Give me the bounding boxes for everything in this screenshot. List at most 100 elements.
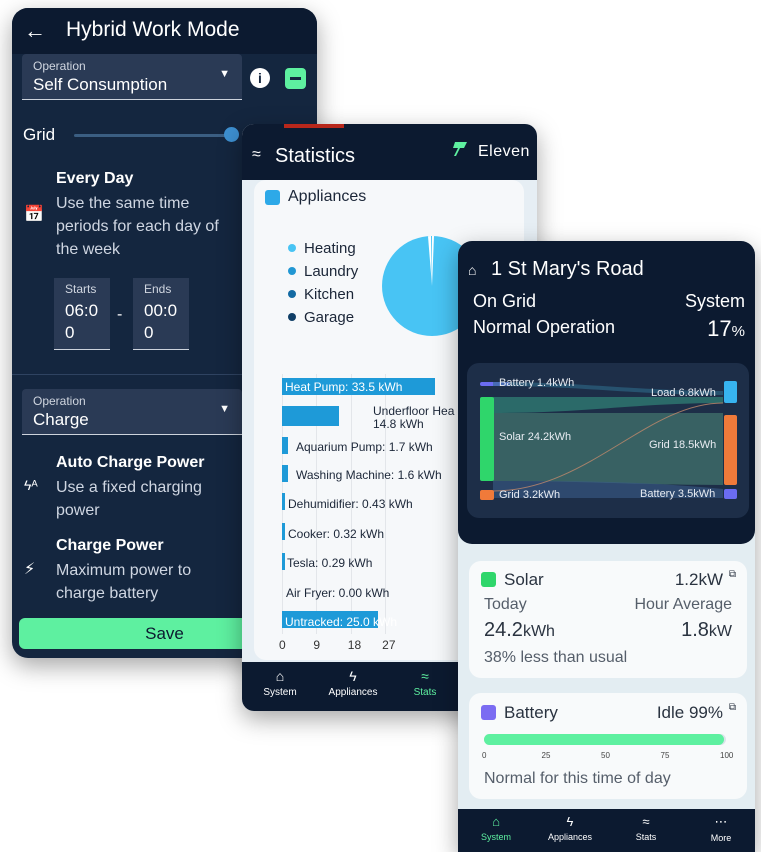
app-bar: ← Hybrid Work Mode: [12, 8, 317, 54]
operation-label: Operation: [33, 394, 86, 408]
bolt-icon: ϟ: [349, 668, 357, 684]
battery-scale-tick: 100: [720, 751, 734, 760]
stats-icon: ≈: [642, 814, 650, 829]
address-title: 1 St Mary's Road: [491, 258, 644, 280]
operation-status: Normal Operation: [473, 317, 616, 337]
operation-label: Operation: [33, 59, 86, 73]
nav-system[interactable]: ⌂ System: [250, 668, 310, 698]
legend-label: Kitchen: [304, 286, 355, 303]
bar-label: Untracked: 25.0 kWh: [285, 615, 398, 629]
operation-select-1[interactable]: Operation Self Consumption ▼: [22, 54, 242, 100]
nav-system[interactable]: ⌂ System: [466, 814, 526, 842]
average-unit: kW: [708, 623, 732, 640]
ends-label: Ends: [144, 282, 172, 296]
today-value: 24.2: [484, 619, 523, 641]
app-bar: ≈ Statistics Eleven: [242, 124, 537, 180]
nav-label: More: [710, 833, 732, 843]
grid-slider-thumb[interactable]: [224, 127, 239, 142]
today-energy: 24.2kWh: [484, 619, 555, 642]
hour-average-label: Hour Average: [634, 596, 732, 613]
starts-time-field[interactable]: Starts 06:00: [54, 278, 110, 350]
battery-icon: [481, 705, 496, 720]
solar-title: Solar: [504, 570, 544, 589]
bar-label: Dehumidifier: 0.43 kWh: [288, 497, 413, 511]
every-day-description: Use the same time periods for each day o…: [56, 195, 219, 258]
bar-cooker: [282, 523, 285, 540]
x-tick-label: 0: [279, 638, 286, 652]
battery-card[interactable]: Battery Idle 99% ⧉ 0 25 50 75 100 Normal for…: [469, 693, 747, 799]
auto-charge-title: Auto Charge Power: [56, 454, 205, 471]
battery-note: Normal for this time of day: [484, 770, 671, 787]
ends-value: 00:00: [144, 301, 178, 342]
bar-label: Underfloor Hea: [373, 404, 455, 418]
x-tick-label: 27: [382, 638, 396, 652]
flow-label-grid-in: Grid 3.2kWh: [499, 489, 561, 501]
bar-label: 14.8 kWh: [373, 417, 424, 431]
bar-underfloor-heating: [282, 406, 339, 426]
starts-value: 06:00: [65, 301, 99, 342]
solar-source-bar: [480, 397, 494, 481]
flow-label-grid-out: Grid 18.5kWh: [649, 439, 717, 451]
battery-scale-tick: 25: [541, 751, 551, 760]
home-icon: ⌂: [468, 262, 477, 278]
average-value: 1.8: [681, 619, 709, 641]
nav-label: Appliances: [328, 687, 378, 698]
more-icon: ⋯: [714, 814, 728, 829]
flow-label-solar: Solar 24.2kWh: [499, 431, 572, 443]
battery-title: Battery: [504, 703, 558, 722]
stats-icon: ≈: [252, 146, 261, 163]
battery-scale-tick: 75: [660, 751, 670, 760]
bar-washing-machine: [282, 465, 289, 482]
bar-label: Washing Machine: 1.6 kWh: [296, 468, 442, 482]
battery-status: Idle 99%: [656, 703, 723, 722]
percent-unit: %: [731, 323, 745, 340]
today-label: Today: [484, 596, 527, 613]
bar-tesla: [282, 553, 285, 570]
nav-appliances[interactable]: ϟ Appliances: [323, 668, 383, 698]
nav-stats[interactable]: ≈ Stats: [616, 814, 676, 842]
nav-label: System: [263, 687, 297, 698]
legend-item-kitchen: Kitchen: [288, 286, 354, 303]
operation-value: Charge: [33, 410, 89, 429]
nav-stats[interactable]: ≈ Stats: [395, 668, 455, 698]
legend-label: Heating: [304, 240, 356, 257]
open-external-icon[interactable]: ⧉: [729, 702, 736, 713]
system-label: System: [684, 291, 745, 311]
system-percent: 17%: [707, 316, 745, 342]
nav-more[interactable]: ⋯ More: [691, 814, 751, 843]
charge-power-description: Maximum power to charge battery: [56, 562, 192, 602]
nav-label: System: [480, 832, 511, 842]
system-header: ⌂ 1 St Mary's Road On Grid System Normal…: [458, 241, 755, 544]
back-arrow-icon[interactable]: ←: [24, 18, 46, 44]
bolt-icon: ϟ: [566, 814, 574, 829]
load-target-bar: [724, 381, 737, 403]
starts-label: Starts: [65, 282, 97, 296]
page-title: Statistics: [275, 145, 356, 167]
ends-time-field[interactable]: Ends 00:00: [133, 278, 189, 350]
solar-card[interactable]: Solar 1.2kW ⧉ Today Hour Average 24.2kWh…: [469, 561, 747, 678]
energy-flow-diagram: Battery 1.4kWh Load 6.8kWh Solar 24.2kWh…: [467, 363, 749, 518]
grid-slider-track[interactable]: [74, 134, 234, 137]
info-icon[interactable]: i: [250, 68, 270, 88]
dropdown-caret-icon: ▼: [219, 68, 230, 80]
bar-label: Heat Pump: 33.5 kWh: [285, 380, 403, 394]
home-system-screen: ⌂ 1 St Mary's Road On Grid System Normal…: [458, 241, 755, 852]
battery-scale-tick: 0: [482, 751, 487, 760]
nav-appliances[interactable]: ϟ Appliances: [540, 814, 600, 842]
remove-button[interactable]: [285, 68, 306, 89]
every-day-title: Every Day: [56, 170, 134, 187]
bar-label: Aquarium Pump: 1.7 kWh: [296, 440, 433, 454]
home-icon: ⌂: [275, 668, 285, 684]
appliances-icon: [265, 190, 280, 205]
legend-dot: [288, 290, 296, 299]
auto-charge-icon: ϟᴬ: [24, 477, 38, 493]
operation-select-2[interactable]: Operation Charge ▼: [22, 389, 242, 435]
card-title: Appliances: [288, 188, 367, 205]
brand-name: Eleven: [478, 143, 530, 160]
percent-value: 17: [707, 316, 732, 341]
eleven-logo-icon: [453, 142, 467, 156]
flow-label-battery-out: Battery 3.5kWh: [640, 488, 716, 500]
open-external-icon[interactable]: ⧉: [729, 569, 736, 580]
bar-dehumidifier: [282, 493, 285, 510]
time-separator: -: [117, 306, 123, 323]
